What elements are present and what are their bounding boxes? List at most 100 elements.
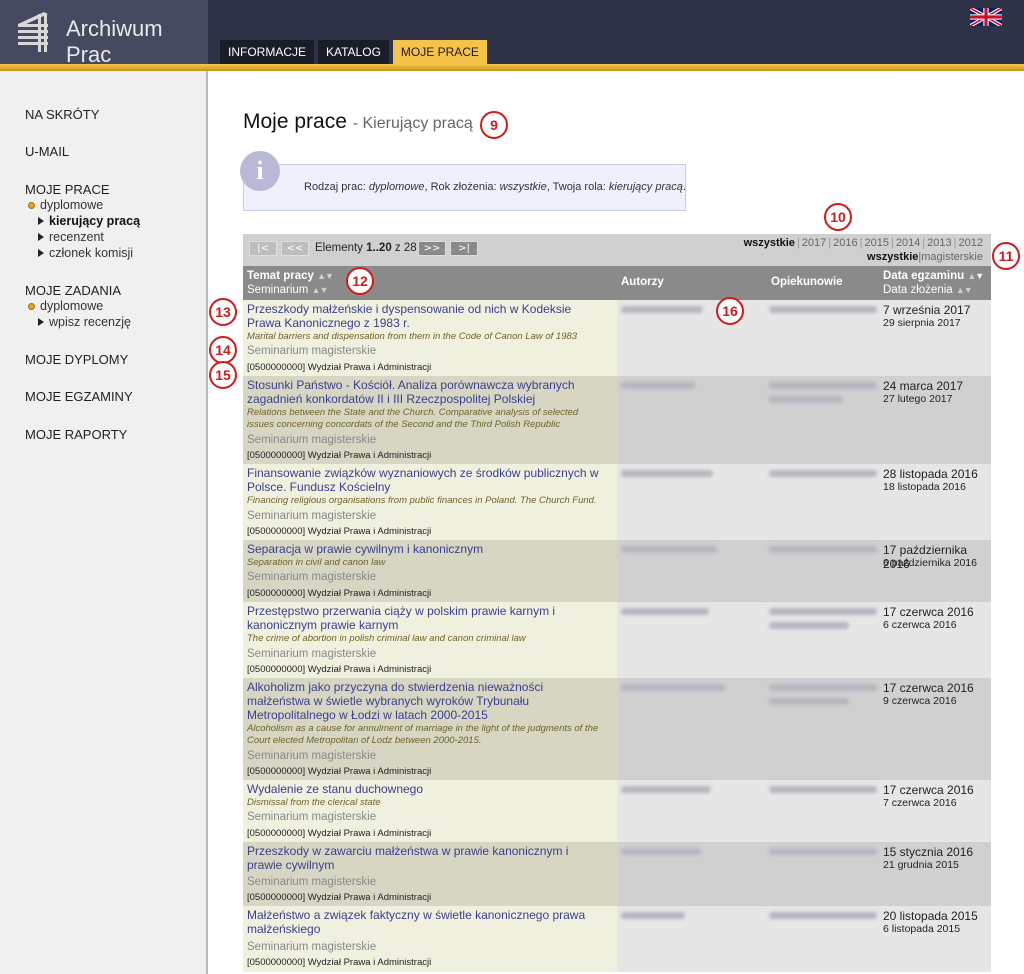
- supervisor-name[interactable]: [769, 608, 877, 615]
- sidebar-item-moje-egzaminy[interactable]: MOJE EGZAMINY: [25, 389, 133, 404]
- sort-arrows-icon[interactable]: ▲▼: [967, 271, 984, 281]
- work-title-link[interactable]: Stosunki Państwo - Kościół. Analiza poró…: [247, 378, 607, 431]
- seminar-label: Seminarium magisterskie: [247, 345, 377, 357]
- work-title-link[interactable]: Małżeństwo a związek faktyczny w świetle…: [247, 908, 607, 936]
- type-filter-magisterskie[interactable]: magisterskie: [921, 251, 983, 263]
- column-exam-date[interactable]: Data egzaminu ▲▼: [883, 270, 984, 282]
- faculty-label: [0500000000] Wydział Prawa i Administrac…: [247, 526, 432, 537]
- pagination-label: Elementy: [315, 242, 363, 254]
- pagination-of: z: [394, 242, 401, 254]
- column-authors[interactable]: Autorzy: [621, 276, 664, 288]
- sidebar-item-label: recenzent: [49, 230, 104, 244]
- exam-date: 17 czerwca 2016: [883, 605, 974, 619]
- year-filter: wszystkie | 2017 | 2016 | 2015 | 2014 | 2013 | 2012: [743, 237, 983, 249]
- author-name[interactable]: [621, 306, 703, 313]
- logo[interactable]: Archiwum Prac: [0, 0, 208, 67]
- main-tabs: INFORMACJE KATALOG MOJE PRACE: [220, 40, 487, 64]
- exam-date: 7 września 2017: [883, 303, 971, 317]
- year-filter-2012[interactable]: 2012: [959, 237, 983, 249]
- info-value-rok: wszystkie: [499, 181, 547, 193]
- last-page-button[interactable]: >|: [450, 241, 478, 256]
- type-filter-all[interactable]: wszystkie: [867, 251, 918, 263]
- column-topic[interactable]: Temat pracy ▲▼: [247, 270, 334, 282]
- sidebar-item-czlonek-komisji[interactable]: członek komisji: [38, 246, 133, 260]
- top-header: Archiwum Prac INFORMACJE KATALOG MOJE PR…: [0, 0, 1024, 67]
- next-page-button[interactable]: >>: [418, 241, 446, 256]
- work-title-link[interactable]: Przestępstwo przerwania ciąży w polskim …: [247, 604, 607, 645]
- sort-arrows-icon[interactable]: ▲▼: [317, 271, 334, 281]
- sidebar-item-kierujacy[interactable]: kierujący pracą: [38, 214, 140, 228]
- sidebar-item-moje-zadania[interactable]: MOJE ZADANIA: [25, 283, 121, 298]
- author-name[interactable]: [621, 382, 695, 389]
- supervisor-name[interactable]: [769, 382, 877, 389]
- sort-arrows-icon[interactable]: ▲▼: [956, 285, 973, 295]
- prev-page-button[interactable]: <<: [281, 241, 309, 256]
- author-name[interactable]: [621, 608, 709, 615]
- work-title-link[interactable]: Przeszkody w zawarciu małżeństwa w prawi…: [247, 844, 607, 872]
- work-title-link[interactable]: Separacja w prawie cywilnym i kanoniczny…: [247, 542, 607, 569]
- page-title-text: Moje prace: [243, 110, 347, 133]
- year-filter-all[interactable]: wszystkie: [744, 237, 795, 249]
- sidebar-item-na-skroty[interactable]: NA SKRÓTY: [25, 107, 99, 122]
- supervisor-name[interactable]: [769, 786, 877, 793]
- table-row: Alkoholizm jako przyczyna do stwierdzeni…: [243, 678, 991, 780]
- author-name[interactable]: [621, 470, 713, 477]
- sidebar-item-moje-prace[interactable]: MOJE PRACE: [25, 182, 110, 197]
- work-title: Separacja w prawie cywilnym i kanoniczny…: [247, 542, 484, 556]
- sidebar-item-label: dyplomowe: [40, 198, 104, 212]
- supervisor-name[interactable]: [769, 622, 849, 629]
- sidebar-item-zadania-dyplomowe[interactable]: dyplomowe: [28, 299, 103, 313]
- work-title: Stosunki Państwo - Kościół. Analiza poró…: [247, 378, 575, 406]
- work-title-en: The crime of abortion in polish criminal…: [247, 633, 526, 644]
- column-supervisors[interactable]: Opiekunowie: [771, 276, 843, 288]
- sidebar-item-dyplomowe[interactable]: dyplomowe: [28, 198, 103, 212]
- author-name[interactable]: [621, 684, 725, 691]
- work-title-link[interactable]: Alkoholizm jako przyczyna do stwierdzeni…: [247, 680, 607, 747]
- author-name[interactable]: [621, 912, 685, 919]
- tab-moje-prace[interactable]: MOJE PRACE: [392, 40, 487, 64]
- author-name[interactable]: [621, 786, 711, 793]
- sidebar-item-moje-raporty[interactable]: MOJE RAPORTY: [25, 427, 127, 442]
- supervisor-name[interactable]: [769, 546, 877, 553]
- sidebar-item-wpisz-recenzje[interactable]: wpisz recenzję: [38, 315, 131, 329]
- annotation-marker: 12: [346, 267, 374, 295]
- first-page-button[interactable]: |<: [249, 241, 277, 256]
- arrow-right-icon: [38, 233, 44, 241]
- sidebar-item-label: wpisz recenzję: [49, 315, 131, 329]
- submit-date: 7 czerwca 2016: [883, 797, 957, 809]
- year-filter-2013[interactable]: 2013: [927, 237, 951, 249]
- year-filter-2017[interactable]: 2017: [802, 237, 826, 249]
- work-title-en: Marital barriers and dispensation from t…: [247, 331, 578, 342]
- uk-flag-icon[interactable]: [970, 8, 1002, 26]
- supervisor-name[interactable]: [769, 698, 849, 705]
- supervisor-name[interactable]: [769, 848, 877, 855]
- sidebar-item-recenzent[interactable]: recenzent: [38, 230, 104, 244]
- faculty-label: [0500000000] Wydział Prawa i Administrac…: [247, 362, 432, 373]
- column-submit-date[interactable]: Data złożenia ▲▼: [883, 284, 973, 296]
- tab-informacje[interactable]: INFORMACJE: [220, 40, 314, 64]
- year-filter-2014[interactable]: 2014: [896, 237, 920, 249]
- work-title-link[interactable]: Wydalenie ze stanu duchownego Dismissal f…: [247, 782, 607, 809]
- tab-katalog[interactable]: KATALOG: [318, 40, 389, 64]
- work-title-link[interactable]: Przeszkody małżeńskie i dyspensowanie od…: [247, 302, 607, 343]
- sidebar-item-moje-dyplomy[interactable]: MOJE DYPLOMY: [25, 352, 128, 367]
- supervisor-name[interactable]: [769, 396, 843, 403]
- supervisor-name[interactable]: [769, 912, 877, 919]
- arrow-right-icon: [38, 318, 44, 326]
- annotation-marker: 13: [209, 298, 237, 326]
- work-title-link[interactable]: Finansowanie związków wyznaniowych ze śr…: [247, 466, 607, 507]
- submit-date: 6 października 2016: [883, 557, 977, 569]
- sidebar: NA SKRÓTY U-MAIL MOJE PRACE dyplomowe ki…: [0, 71, 208, 974]
- supervisor-name[interactable]: [769, 684, 877, 691]
- exam-date: 17 czerwca 2016: [883, 681, 974, 695]
- page-subtitle: - Kierujący pracą: [352, 115, 473, 132]
- year-filter-2016[interactable]: 2016: [833, 237, 857, 249]
- author-name[interactable]: [621, 848, 701, 855]
- year-filter-2015[interactable]: 2015: [864, 237, 888, 249]
- column-seminar[interactable]: Seminarium ▲▼: [247, 284, 329, 296]
- supervisor-name[interactable]: [769, 306, 877, 313]
- sort-arrows-icon[interactable]: ▲▼: [312, 285, 329, 295]
- author-name[interactable]: [621, 546, 717, 553]
- supervisor-name[interactable]: [769, 470, 877, 477]
- sidebar-item-umail[interactable]: U-MAIL: [25, 144, 69, 159]
